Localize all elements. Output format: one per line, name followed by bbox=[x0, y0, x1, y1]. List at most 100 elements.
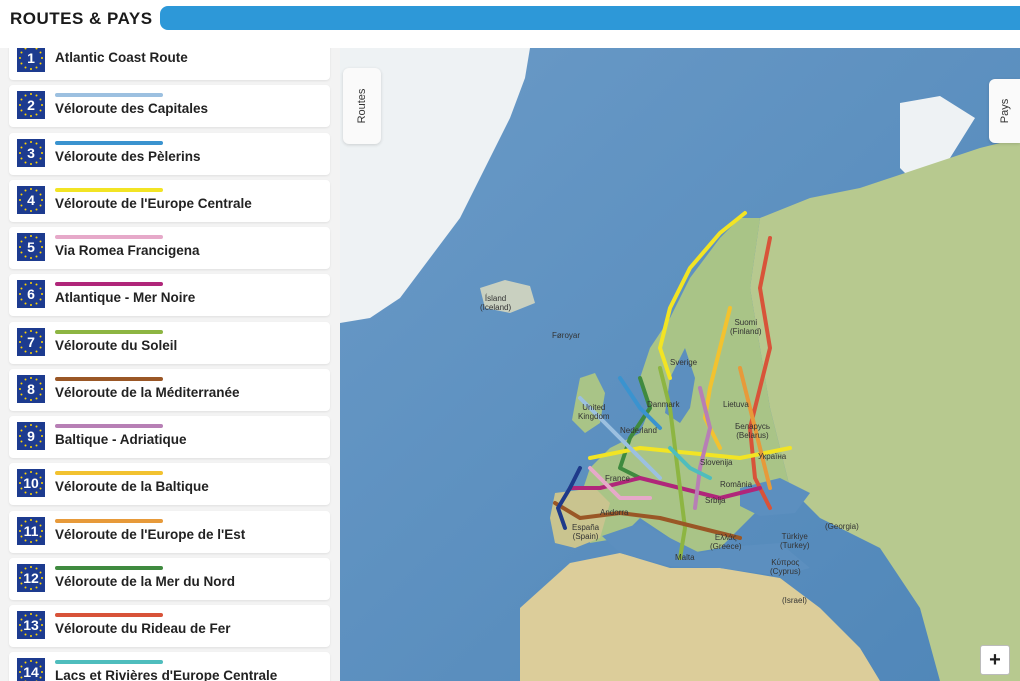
eurovelo-badge-icon: 12 bbox=[17, 563, 45, 592]
route-number: 14 bbox=[23, 664, 39, 681]
route-item-10[interactable]: 10 Véloroute de la Baltique bbox=[9, 463, 330, 506]
route-number: 2 bbox=[27, 97, 35, 114]
route-name: Atlantic Coast Route bbox=[55, 50, 188, 65]
eurovelo-badge-icon: 14 bbox=[17, 658, 45, 681]
map-label-israel: (Israel) bbox=[782, 596, 807, 605]
route-name: Véloroute de la Mer du Nord bbox=[55, 573, 236, 589]
route-color-bar bbox=[55, 329, 163, 334]
route-number: 8 bbox=[27, 380, 35, 397]
route-color-bar bbox=[55, 140, 163, 145]
map-label-sverige: Sverige bbox=[670, 358, 698, 367]
route-number: 12 bbox=[23, 569, 39, 586]
map-label-suomi: Suomi (Finland) bbox=[730, 318, 762, 336]
route-name: Baltique - Adriatique bbox=[55, 432, 187, 447]
route-item-8[interactable]: 8 Véloroute de la Méditerranée bbox=[9, 368, 330, 411]
map-label-france: France bbox=[605, 474, 630, 483]
map-label-lietuva: Lietuva bbox=[723, 400, 749, 409]
route-name: Véloroute des Pèlerins bbox=[55, 148, 201, 164]
map-label-ellas: Ελλάς (Greece) bbox=[710, 533, 742, 551]
route-color-bar bbox=[55, 93, 163, 98]
eurovelo-badge-icon: 9 bbox=[17, 422, 45, 450]
map-label-srbija: Srbija bbox=[705, 496, 726, 505]
route-color-bar bbox=[55, 518, 163, 523]
map-label-nederland: Nederland bbox=[620, 426, 657, 435]
route-item-5[interactable]: 5 Via Romea Francigena bbox=[9, 227, 330, 269]
map-label-georgia: (Georgia) bbox=[825, 522, 859, 531]
route-number: 7 bbox=[27, 333, 35, 350]
route-item-12[interactable]: 12 Véloroute de la Mer du Nord bbox=[9, 557, 330, 600]
route-name: Véloroute de la Baltique bbox=[55, 479, 209, 495]
eurovelo-badge-icon: 7 bbox=[17, 327, 45, 356]
route-color-bar bbox=[55, 660, 163, 665]
map-label-turkiye: Türkiye (Turkey) bbox=[780, 532, 810, 550]
eurovelo-badge-icon: 11 bbox=[17, 516, 45, 545]
route-number: 1 bbox=[27, 50, 35, 66]
route-item-7[interactable]: 7 Véloroute du Soleil bbox=[9, 321, 330, 364]
map-label-kypros: Κύπρος (Cyprus) bbox=[770, 558, 801, 576]
route-name: Lacs et Rivières d'Europe Centrale bbox=[55, 668, 278, 681]
route-number: 11 bbox=[23, 522, 39, 539]
route-item-13[interactable]: 13 Véloroute du Rideau de Fer bbox=[9, 605, 330, 647]
page-title: ROUTES & PAYS bbox=[10, 9, 153, 28]
route-color-bar bbox=[55, 424, 163, 428]
eurovelo-badge-icon: 6 bbox=[17, 280, 45, 309]
eurovelo-badge-icon: 3 bbox=[17, 138, 45, 167]
tab-routes-label: Routes bbox=[356, 88, 368, 124]
route-item-3[interactable]: 3 Véloroute des Pèlerins bbox=[9, 132, 330, 175]
route-color-bar bbox=[55, 613, 163, 617]
route-item-14[interactable]: 14 Lacs et Rivières d'Europe Centrale bbox=[9, 652, 330, 681]
top-bar: ROUTES & PAYS bbox=[0, 0, 1020, 48]
route-number: 3 bbox=[27, 144, 35, 161]
search-bar[interactable] bbox=[160, 6, 1020, 30]
route-name: Véloroute du Soleil bbox=[55, 337, 178, 353]
map-label-island: Ísland (Iceland) bbox=[480, 294, 512, 312]
route-name: Véloroute de la Méditerranée bbox=[55, 384, 240, 400]
eurovelo-badge-icon: 2 bbox=[17, 91, 45, 120]
route-item-9[interactable]: 9 Baltique - Adriatique bbox=[9, 416, 330, 458]
eurovelo-badge-icon: 1 bbox=[17, 48, 45, 72]
tab-pays[interactable]: Pays bbox=[989, 79, 1020, 143]
tab-pays-label: Pays bbox=[998, 98, 1011, 124]
route-item-6[interactable]: 6 Atlantique - Mer Noire bbox=[9, 274, 330, 317]
route-name: Véloroute de l'Europe de l'Est bbox=[55, 526, 246, 542]
route-item-1[interactable]: 1 Atlantic Coast Route bbox=[9, 48, 330, 80]
route-number: 13 bbox=[23, 617, 39, 633]
map-label-espana: España (Spain) bbox=[572, 523, 600, 541]
route-color-bar bbox=[55, 376, 163, 381]
route-color-bar bbox=[55, 187, 163, 192]
map-label-ukraina: Україна bbox=[758, 452, 787, 461]
eurovelo-badge-icon: 4 bbox=[17, 185, 45, 214]
route-color-bar bbox=[55, 565, 163, 570]
route-name: Véloroute de l'Europe Centrale bbox=[55, 195, 252, 211]
eurovelo-badge-icon: 5 bbox=[17, 233, 45, 261]
map-label-andorra: Andorra bbox=[600, 508, 629, 517]
route-item-4[interactable]: 4 Véloroute de l'Europe Centrale bbox=[9, 179, 330, 222]
route-number: 4 bbox=[27, 191, 35, 208]
route-number: 10 bbox=[23, 475, 39, 492]
route-name: Atlantique - Mer Noire bbox=[55, 290, 196, 306]
route-name: Via Romea Francigena bbox=[55, 243, 200, 258]
map-label-romania: România bbox=[720, 480, 753, 489]
eurovelo-badge-icon: 8 bbox=[17, 374, 45, 403]
map-label-belarus: Беларусь (Belarus) bbox=[735, 422, 770, 440]
eurovelo-badge-icon: 13 bbox=[17, 611, 45, 639]
route-color-bar bbox=[55, 235, 163, 239]
route-name: Véloroute du Rideau de Fer bbox=[55, 621, 231, 636]
route-color-bar bbox=[55, 282, 163, 287]
route-color-bar bbox=[55, 471, 163, 476]
eurovelo-badge-icon: 10 bbox=[17, 469, 45, 498]
tab-routes[interactable]: Routes bbox=[343, 68, 381, 144]
route-item-11[interactable]: 11 Véloroute de l'Europe de l'Est bbox=[9, 510, 330, 553]
map-label-foroyar: Føroyar bbox=[552, 331, 580, 340]
route-number: 5 bbox=[27, 239, 35, 255]
route-item-2[interactable]: 2 Véloroute des Capitales bbox=[9, 85, 330, 128]
route-name: Véloroute des Capitales bbox=[55, 101, 209, 117]
map-label-malta: Malta bbox=[675, 553, 695, 562]
zoom-in-button[interactable]: + bbox=[980, 645, 1010, 675]
route-number: 9 bbox=[27, 428, 35, 444]
map-label-slovenija: Slovenija bbox=[700, 458, 733, 467]
route-list[interactable]: 1 Atlantic Coast Route 2 Véloroute des Capi… bbox=[0, 48, 340, 681]
map[interactable]: Ísland (Iceland) Føroyar Suomi (Finland) S… bbox=[340, 48, 1020, 681]
map-label-uk: United Kingdom bbox=[578, 403, 610, 421]
route-number: 6 bbox=[27, 286, 35, 303]
